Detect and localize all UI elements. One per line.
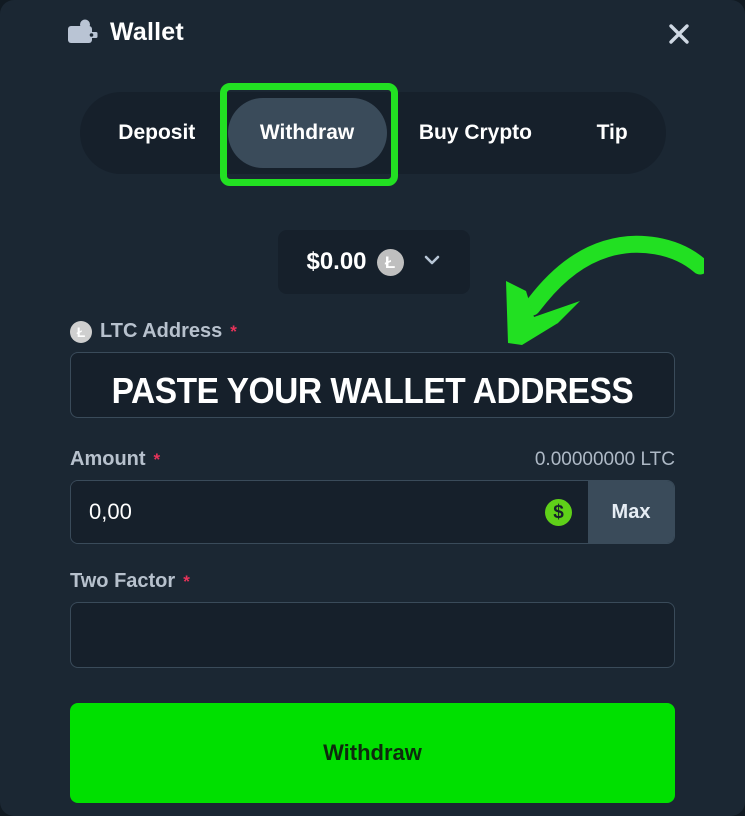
address-required-marker: * [230, 321, 237, 341]
two-factor-field-label: Two Factor * [70, 570, 675, 593]
max-button-label: Max [611, 500, 651, 523]
amount-label-row: Amount * 0.00000000 LTC [70, 448, 675, 471]
tab-withdraw-label: Withdraw [259, 121, 355, 144]
wallet-modal: Wallet Deposit Withdraw Buy Crypto Tip $… [0, 0, 745, 816]
tab-buy-crypto[interactable]: Buy Crypto [387, 98, 565, 168]
tab-withdraw[interactable]: Withdraw [227, 98, 387, 168]
currency-balance-label: $0.00 [306, 248, 367, 275]
max-button[interactable]: Max [588, 481, 674, 543]
tab-tip[interactable]: Tip [564, 98, 660, 168]
screenshot-root: Wallet Deposit Withdraw Buy Crypto Tip $… [0, 0, 745, 816]
close-icon [665, 20, 693, 48]
withdraw-submit-label: Withdraw [323, 740, 422, 765]
tab-tip-label: Tip [596, 121, 628, 144]
chevron-down-icon [422, 250, 442, 275]
close-button[interactable] [665, 20, 693, 48]
address-label-text: LTC Address [100, 320, 223, 342]
tab-buy-crypto-label: Buy Crypto [418, 121, 532, 144]
amount-input-group: 0,00 $ Max [70, 480, 675, 544]
tab-deposit-label: Deposit [118, 121, 196, 144]
withdraw-form: Ł LTC Address * Amount * 0.00000000 LTC … [70, 320, 675, 668]
two-factor-label-text: Two Factor [70, 570, 176, 592]
ltc-coin-icon: Ł [376, 248, 404, 276]
page-title: Wallet [110, 18, 184, 46]
amount-input[interactable]: 0,00 $ [71, 481, 588, 543]
amount-label-text: Amount [70, 448, 146, 470]
two-factor-input[interactable] [70, 602, 675, 668]
wallet-tabs: Deposit Withdraw Buy Crypto Tip [80, 92, 666, 174]
currency-selector[interactable]: $0.00 Ł [278, 230, 470, 294]
wallet-icon [68, 17, 98, 47]
ltc-coin-icon-small: Ł [70, 320, 92, 343]
two-factor-required-marker: * [183, 571, 190, 591]
ltc-address-input[interactable] [70, 352, 675, 418]
modal-header: Wallet [0, 0, 745, 72]
modal-title-group: Wallet [68, 17, 184, 47]
dollar-icon[interactable]: $ [545, 498, 572, 526]
withdraw-submit-button[interactable]: Withdraw [70, 703, 675, 803]
amount-available-balance: 0.00000000 LTC [534, 448, 675, 470]
tab-deposit[interactable]: Deposit [86, 98, 228, 168]
address-field-label: Ł LTC Address * [70, 320, 675, 343]
amount-required-marker: * [153, 449, 161, 469]
amount-field-label: Amount * [70, 448, 160, 471]
amount-value: 0,00 [89, 499, 132, 524]
